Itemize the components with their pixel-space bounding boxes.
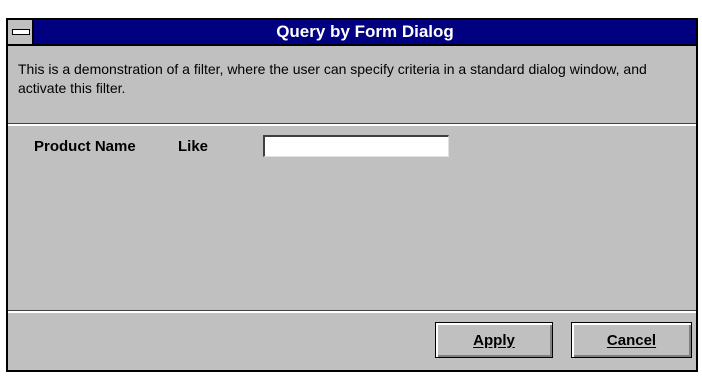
cancel-button-label: Cancel <box>606 331 657 349</box>
bottom-divider <box>8 310 696 313</box>
like-operator-label: Like <box>178 138 209 155</box>
top-divider <box>8 123 696 126</box>
apply-button-label: Apply <box>473 331 515 349</box>
cancel-button[interactable]: Cancel <box>571 322 692 358</box>
window-title: Query by Form Dialog <box>276 22 454 41</box>
title-bar[interactable]: Query by Form Dialog <box>8 20 696 46</box>
window-system-menu-icon[interactable] <box>8 20 34 44</box>
apply-button[interactable]: Apply <box>435 322 553 358</box>
product-name-label: Product Name <box>34 138 136 155</box>
product-name-input[interactable] <box>263 135 449 157</box>
dialog-description: This is a demonstration of a filter, whe… <box>18 61 647 96</box>
system-menu-bar-glyph <box>12 29 30 35</box>
query-by-form-dialog: Query by Form Dialog This is a demonstra… <box>6 18 698 372</box>
